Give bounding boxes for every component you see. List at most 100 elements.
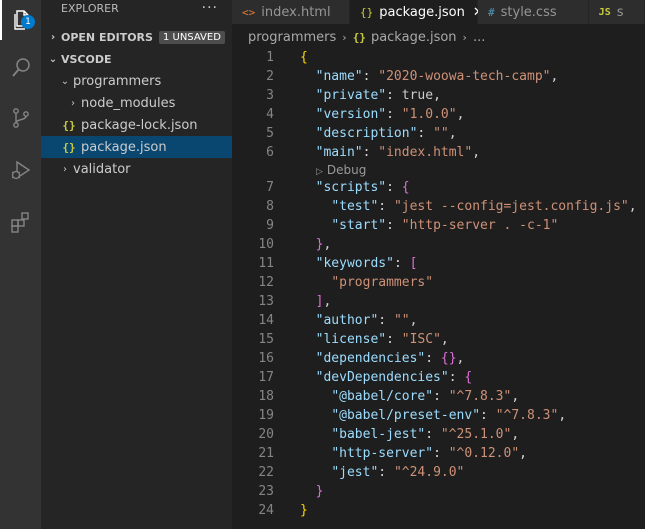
open-editors-label: OPEN EDITORS bbox=[61, 30, 153, 44]
tab-label: s bbox=[616, 4, 624, 20]
code-text[interactable]: "programmers" bbox=[274, 273, 433, 292]
code-text[interactable]: } bbox=[274, 482, 324, 501]
code-text[interactable]: "devDependencies": { bbox=[274, 368, 473, 387]
code-line[interactable]: 20 "babel-jest": "^25.1.0", bbox=[232, 425, 645, 444]
line-number: 17 bbox=[258, 370, 274, 385]
code-line[interactable]: 23 } bbox=[232, 482, 645, 501]
line-number: 11 bbox=[258, 256, 274, 271]
code-line[interactable]: 5 "description": "", bbox=[232, 124, 645, 143]
more-actions-button[interactable]: ··· bbox=[202, 0, 232, 16]
code-line[interactable]: 16 "dependencies": {}, bbox=[232, 349, 645, 368]
code-line[interactable]: 10 }, bbox=[232, 235, 645, 254]
code-text[interactable]: "description": "", bbox=[274, 124, 457, 143]
chevron-down-icon: ⌄ bbox=[60, 75, 70, 87]
tree-item-label: node_modules bbox=[81, 95, 176, 111]
line-number: 12 bbox=[258, 275, 274, 290]
tree-file-package-json[interactable]: {} package.json bbox=[41, 136, 232, 158]
code-line[interactable]: 1{ bbox=[232, 48, 645, 67]
breadcrumb-folder[interactable]: programmers bbox=[248, 30, 336, 45]
line-number: 19 bbox=[258, 408, 274, 423]
line-number: 4 bbox=[266, 107, 274, 122]
code-line[interactable]: 12 "programmers" bbox=[232, 273, 645, 292]
code-line[interactable]: 24} bbox=[232, 501, 645, 520]
code-text[interactable]: { bbox=[274, 48, 308, 67]
line-number: 9 bbox=[266, 218, 274, 233]
search-button[interactable] bbox=[0, 48, 41, 88]
breadcrumb-file[interactable]: package.json bbox=[371, 30, 457, 45]
code-text[interactable]: }, bbox=[274, 235, 332, 254]
code-line[interactable]: 11 "keywords": [ bbox=[232, 254, 645, 273]
code-text[interactable]: "http-server": "^0.12.0", bbox=[274, 444, 527, 463]
code-text[interactable]: "@babel/preset-env": "^7.8.3", bbox=[274, 406, 566, 425]
code-line[interactable]: 17 "devDependencies": { bbox=[232, 368, 645, 387]
line-number: 23 bbox=[258, 484, 274, 499]
open-editors-section[interactable]: › OPEN EDITORS 1 UNSAVED bbox=[41, 26, 232, 48]
code-line[interactable]: 7 "scripts": { bbox=[232, 178, 645, 197]
line-number: 18 bbox=[258, 389, 274, 404]
code-text[interactable]: "dependencies": {}, bbox=[274, 349, 465, 368]
code-text[interactable]: "start": "http-server . -c-1" bbox=[274, 216, 558, 235]
code-line[interactable]: 21 "http-server": "^0.12.0", bbox=[232, 444, 645, 463]
code-text[interactable]: "name": "2020-woowa-tech-camp", bbox=[274, 67, 559, 86]
workspace-section[interactable]: ⌄ VSCODE bbox=[41, 48, 232, 70]
code-line[interactable]: 22 "jest": "^24.9.0" bbox=[232, 463, 645, 482]
chevron-right-icon: › bbox=[50, 31, 56, 43]
code-line[interactable]: 18 "@babel/core": "^7.8.3", bbox=[232, 387, 645, 406]
tree-folder-programmers[interactable]: ⌄ programmers bbox=[41, 70, 232, 92]
code-line[interactable]: 4 "version": "1.0.0", bbox=[232, 105, 645, 124]
tree-folder-validator[interactable]: › validator bbox=[41, 158, 232, 180]
code-text[interactable]: "scripts": { bbox=[274, 178, 410, 197]
code-line[interactable]: 9 "start": "http-server . -c-1" bbox=[232, 216, 645, 235]
tab-js-file[interactable]: JS s bbox=[588, 0, 645, 24]
debug-codelens[interactable]: ▷ Debug bbox=[232, 162, 645, 178]
code-line[interactable]: 6 "main": "index.html", bbox=[232, 143, 645, 162]
code-text[interactable]: "babel-jest": "^25.1.0", bbox=[274, 425, 519, 444]
json-file-icon: {} bbox=[62, 118, 76, 132]
code-text[interactable]: "@babel/core": "^7.8.3", bbox=[274, 387, 519, 406]
explorer-badge: 1 bbox=[21, 15, 35, 29]
json-file-icon: {} bbox=[360, 5, 374, 19]
code-text[interactable]: "version": "1.0.0", bbox=[274, 105, 465, 124]
explorer-button[interactable]: 1 bbox=[0, 0, 41, 40]
tree-item-label: programmers bbox=[73, 73, 162, 89]
tab-label: index.html bbox=[261, 4, 331, 20]
code-line[interactable]: 15 "license": "ISC", bbox=[232, 330, 645, 349]
play-icon: ▷ bbox=[316, 167, 323, 177]
breadcrumb: programmers › {} package.json › ... bbox=[232, 24, 645, 50]
tab-index-html[interactable]: <> index.html bbox=[232, 0, 350, 24]
extensions-button[interactable] bbox=[0, 202, 41, 242]
code-text[interactable]: "jest": "^24.9.0" bbox=[274, 463, 464, 482]
code-line[interactable]: 2 "name": "2020-woowa-tech-camp", bbox=[232, 67, 645, 86]
line-number: 6 bbox=[266, 145, 274, 160]
tree-folder-node-modules[interactable]: › node_modules bbox=[41, 92, 232, 114]
line-number: 20 bbox=[258, 427, 274, 442]
tab-package-json[interactable]: {} package.json ✕ bbox=[350, 0, 484, 24]
code-text[interactable]: "keywords": [ bbox=[274, 254, 418, 273]
tree-item-label: package-lock.json bbox=[81, 117, 198, 133]
code-line[interactable]: 13 ], bbox=[232, 292, 645, 311]
code-text[interactable]: "license": "ISC", bbox=[274, 330, 449, 349]
code-text[interactable]: "author": "", bbox=[274, 311, 418, 330]
line-number: 8 bbox=[266, 199, 274, 214]
run-debug-button[interactable] bbox=[0, 150, 41, 190]
code-text[interactable]: "main": "index.html", bbox=[274, 143, 480, 162]
code-line[interactable]: 8 "test": "jest --config=jest.config.js"… bbox=[232, 197, 645, 216]
tree-file-package-lock-json[interactable]: {} package-lock.json bbox=[41, 114, 232, 136]
breadcrumb-more[interactable]: ... bbox=[473, 30, 485, 45]
tab-style-css[interactable]: # style.css bbox=[478, 0, 589, 24]
code-line[interactable]: 3 "private": true, bbox=[232, 86, 645, 105]
source-control-button[interactable] bbox=[0, 98, 41, 138]
code-editor[interactable]: 1{2 "name": "2020-woowa-tech-camp", 3 "pr… bbox=[232, 48, 645, 529]
tree-item-label: package.json bbox=[81, 139, 167, 155]
code-text[interactable]: ], bbox=[274, 292, 332, 311]
code-text[interactable]: "private": true, bbox=[274, 86, 441, 105]
line-number: 21 bbox=[258, 446, 274, 461]
code-line[interactable]: 14 "author": "", bbox=[232, 311, 645, 330]
code-text[interactable]: } bbox=[274, 501, 308, 520]
line-number: 10 bbox=[258, 237, 274, 252]
code-text[interactable]: "test": "jest --config=jest.config.js", bbox=[274, 197, 636, 216]
tab-label: package.json bbox=[379, 4, 465, 20]
chevron-right-icon: › bbox=[71, 97, 75, 109]
code-line[interactable]: 19 "@babel/preset-env": "^7.8.3", bbox=[232, 406, 645, 425]
debug-codelens-label[interactable]: ▷ Debug bbox=[232, 162, 366, 178]
